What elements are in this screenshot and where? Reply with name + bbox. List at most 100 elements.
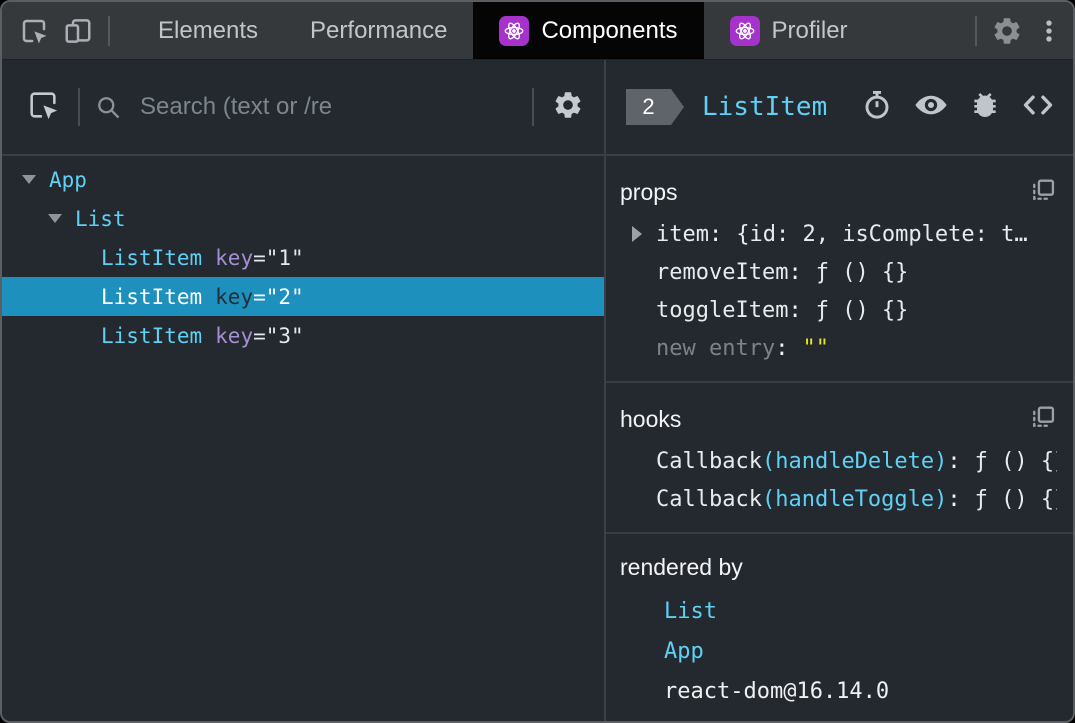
section-title: props — [620, 179, 678, 205]
tree-row-list[interactable]: List — [2, 199, 604, 238]
renderer-version: react-dom@16.14.0 — [664, 678, 890, 704]
section-title: rendered by — [620, 554, 743, 580]
key-attribute: key="2" — [215, 284, 304, 309]
search-icon — [94, 93, 122, 121]
rendered-by-section: rendered by List App react-dom@16.14.0 — [606, 534, 1073, 721]
hooks-section: hooks Callback (handleDelete): ƒ () {C… — [606, 383, 1073, 534]
copy-props-button[interactable] — [1029, 176, 1057, 209]
prop-value: {id: 2, isComplete: t… — [736, 221, 1028, 247]
device-toolbar-button[interactable] — [56, 2, 100, 59]
prop-row-new-entry[interactable]: new entry: "" — [620, 329, 1057, 367]
expand-triangle-icon[interactable] — [632, 226, 642, 242]
component-tree-pane: App List ListItem key="1" ListItem key="… — [2, 60, 606, 721]
tab-label: Profiler — [771, 16, 848, 44]
hook-fn-link[interactable]: (handleDelete) — [762, 449, 947, 474]
component-name: ListItem — [101, 323, 203, 348]
component-name: App — [49, 167, 87, 192]
copy-icon — [1029, 176, 1057, 209]
react-atom-icon — [729, 15, 760, 46]
tab-label: Performance — [310, 16, 448, 44]
prop-name: item — [656, 221, 709, 247]
hook-fn-link[interactable]: (handleToggle) — [762, 487, 947, 512]
details-sections: props item: {id: 2, isComplete: t… remo… — [606, 156, 1073, 721]
tree-row-listitem-2-selected[interactable]: ListItem key="2" — [2, 277, 604, 316]
stopwatch-icon — [861, 89, 893, 126]
tab-label: Elements — [158, 16, 259, 44]
rendered-by-item: App — [620, 631, 1057, 671]
update-count-badge: 2 — [626, 89, 684, 125]
hook-value: ƒ () {} — [974, 486, 1057, 512]
prop-row-removeitem: removeItem: ƒ () {} — [656, 259, 909, 285]
prop-value: ƒ () {} — [815, 259, 909, 285]
component-name: ListItem — [101, 284, 203, 309]
inspect-element-icon — [26, 88, 60, 127]
props-section: props item: {id: 2, isComplete: t… remo… — [606, 156, 1073, 383]
topbar-divider — [108, 15, 110, 46]
key-attribute: key="3" — [215, 323, 304, 348]
component-details-pane: 2 ListItem props item: {id: 2, isComple… — [606, 60, 1073, 721]
copy-hooks-button[interactable] — [1029, 403, 1057, 436]
tab-profiler[interactable]: Profiler — [704, 2, 874, 59]
suspend-component-button[interactable] — [861, 89, 893, 126]
inspect-element-button[interactable] — [12, 2, 56, 59]
select-component-button[interactable] — [26, 88, 60, 127]
component-tree: App List ListItem key="1" ListItem key="… — [2, 156, 604, 721]
toolbar-divider — [532, 88, 534, 126]
devtools-window: Elements Performance Components Profiler… — [0, 0, 1075, 723]
key-attribute: key="1" — [215, 245, 304, 270]
tree-row-listitem-3[interactable]: ListItem key="3" — [2, 316, 604, 355]
tab-elements[interactable]: Elements — [132, 2, 284, 59]
prop-name: toggleItem — [656, 297, 789, 323]
bug-icon — [969, 89, 1001, 126]
more-options-button[interactable] — [1029, 2, 1069, 59]
rendered-by-item: List — [620, 591, 1057, 631]
toolbar-divider — [78, 88, 80, 126]
component-name: ListItem — [101, 245, 203, 270]
prop-row-toggleitem: toggleItem: ƒ () {} — [656, 297, 909, 323]
tab-label: Components — [541, 16, 678, 44]
copy-icon — [1029, 403, 1057, 436]
prop-row-item[interactable]: item: {id: 2, isComplete: t… — [620, 215, 1057, 253]
hook-row-handletoggle: Callback(handleToggle): ƒ () {} — [620, 480, 1057, 518]
expand-arrow-icon[interactable] — [48, 214, 75, 223]
prop-name: removeItem — [656, 259, 789, 285]
owner-link-list[interactable]: List — [664, 599, 717, 624]
device-toolbar-icon — [63, 16, 93, 46]
expand-arrow-icon[interactable] — [22, 175, 49, 184]
gear-icon — [991, 15, 1023, 47]
tab-components[interactable]: Components — [473, 2, 704, 59]
section-title: hooks — [620, 406, 682, 432]
details-header: 2 ListItem — [606, 60, 1073, 156]
hook-name: Callback — [656, 486, 762, 512]
devtools-window-stage: Elements Performance Components Profiler… — [0, 0, 1075, 723]
kebab-menu-icon — [1035, 17, 1063, 45]
eye-icon — [913, 87, 949, 128]
components-panel: App List ListItem key="1" ListItem key="… — [2, 60, 1073, 721]
inspect-dom-button[interactable] — [913, 87, 949, 128]
devtools-settings-button[interactable] — [985, 2, 1029, 59]
new-prop-value-input[interactable]: "" — [802, 336, 829, 361]
new-prop-name-input[interactable]: new entry — [656, 336, 775, 361]
tab-performance[interactable]: Performance — [284, 2, 473, 59]
search-input[interactable] — [138, 92, 526, 122]
tree-row-app[interactable]: App — [2, 160, 604, 199]
hook-name: Callback — [656, 448, 762, 474]
topbar-divider — [975, 15, 977, 46]
tree-toolbar — [2, 60, 604, 156]
code-brackets-icon — [1021, 88, 1055, 127]
hook-row-handledelete: Callback(handleDelete): ƒ () {} — [620, 442, 1057, 480]
react-atom-icon — [499, 15, 530, 46]
search-box — [94, 92, 526, 122]
devtools-topbar: Elements Performance Components Profiler — [2, 2, 1073, 60]
rendered-by-item: react-dom@16.14.0 — [620, 671, 1057, 711]
selected-component-name: ListItem — [702, 92, 828, 122]
prop-value: ƒ () {} — [815, 297, 909, 323]
tree-row-listitem-1[interactable]: ListItem key="1" — [2, 238, 604, 277]
tree-settings-button[interactable] — [544, 89, 592, 126]
log-component-data-button[interactable] — [969, 89, 1001, 126]
owner-link-app[interactable]: App — [664, 639, 704, 664]
inspect-element-icon — [19, 16, 49, 46]
view-source-button[interactable] — [1021, 88, 1055, 127]
gear-icon — [552, 89, 584, 126]
hook-value: ƒ () {} — [974, 448, 1057, 474]
